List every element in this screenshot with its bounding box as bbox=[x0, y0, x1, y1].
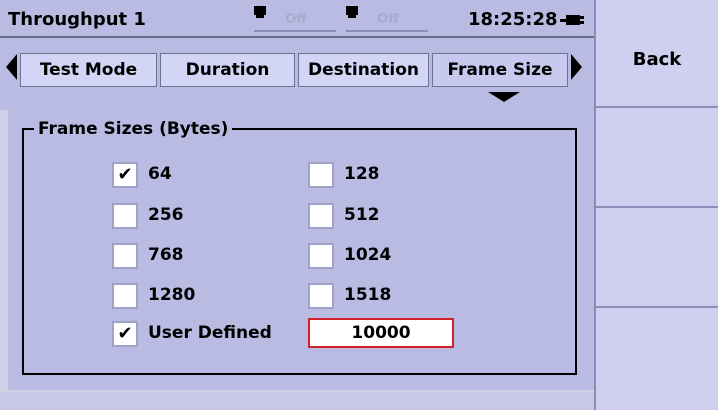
port-2-status-text: Off bbox=[377, 12, 399, 27]
checkbox-label: 1280 bbox=[148, 285, 196, 305]
tab-duration[interactable]: Duration bbox=[160, 53, 295, 87]
tab-test-mode[interactable]: Test Mode bbox=[20, 53, 157, 87]
checkbox-box[interactable] bbox=[308, 283, 334, 309]
active-tab-indicator-icon bbox=[488, 92, 520, 102]
tab-frame-size[interactable]: Frame Size bbox=[432, 53, 568, 87]
checkbox-box[interactable] bbox=[112, 243, 138, 269]
checkbox-label: 512 bbox=[344, 205, 380, 225]
port-1-status-text: Off bbox=[285, 12, 307, 27]
checkbox-box[interactable] bbox=[112, 203, 138, 229]
port-icon bbox=[254, 6, 266, 18]
checkmark-icon: ✔ bbox=[117, 323, 133, 344]
softkey-4[interactable] bbox=[594, 308, 718, 410]
group-legend: Frame Sizes (Bytes) bbox=[34, 119, 233, 139]
port-1-underline bbox=[254, 30, 336, 32]
tab-scroll-right-icon[interactable] bbox=[571, 54, 582, 80]
checkbox-label: 256 bbox=[148, 205, 184, 225]
status-strip bbox=[0, 392, 594, 410]
checkbox-label: User Defined bbox=[148, 323, 272, 343]
port-icon bbox=[346, 6, 358, 18]
window-title: Throughput 1 bbox=[8, 9, 146, 30]
checkbox-box[interactable] bbox=[112, 283, 138, 309]
tab-destination[interactable]: Destination bbox=[298, 53, 429, 87]
tab-bar: Test Mode Duration Destination Frame Siz… bbox=[0, 38, 594, 110]
checkmark-icon: ✔ bbox=[117, 164, 133, 185]
port-2-status: Off bbox=[346, 6, 428, 34]
checkbox-label: 64 bbox=[148, 164, 172, 184]
user-defined-size-input[interactable]: 10000 bbox=[308, 318, 454, 348]
checkbox-box[interactable] bbox=[308, 243, 334, 269]
back-button[interactable]: Back bbox=[594, 0, 718, 108]
checkbox-box[interactable]: ✔ bbox=[112, 162, 138, 188]
softkey-3[interactable] bbox=[594, 208, 718, 308]
checkbox-label: 768 bbox=[148, 245, 184, 265]
softkey-column: Back bbox=[594, 0, 718, 410]
softkey-2[interactable] bbox=[594, 108, 718, 208]
battery-plug-icon bbox=[560, 14, 590, 26]
title-bar: Throughput 1 Off Off 18:25:28 bbox=[0, 0, 594, 38]
tab-scroll-left-icon[interactable] bbox=[6, 54, 17, 80]
checkbox-label: 1024 bbox=[344, 245, 392, 265]
port-1-status: Off bbox=[254, 6, 336, 34]
frame-size-panel: Frame Sizes (Bytes) bbox=[8, 110, 594, 390]
checkbox-box[interactable] bbox=[308, 162, 334, 188]
checkbox-label: 128 bbox=[344, 164, 380, 184]
port-2-underline bbox=[346, 30, 428, 32]
clock: 18:25:28 bbox=[468, 9, 558, 30]
checkbox-box[interactable] bbox=[308, 203, 334, 229]
checkbox-label: 1518 bbox=[344, 285, 392, 305]
frame-sizes-group bbox=[22, 128, 577, 375]
checkbox-box[interactable]: ✔ bbox=[112, 321, 138, 347]
